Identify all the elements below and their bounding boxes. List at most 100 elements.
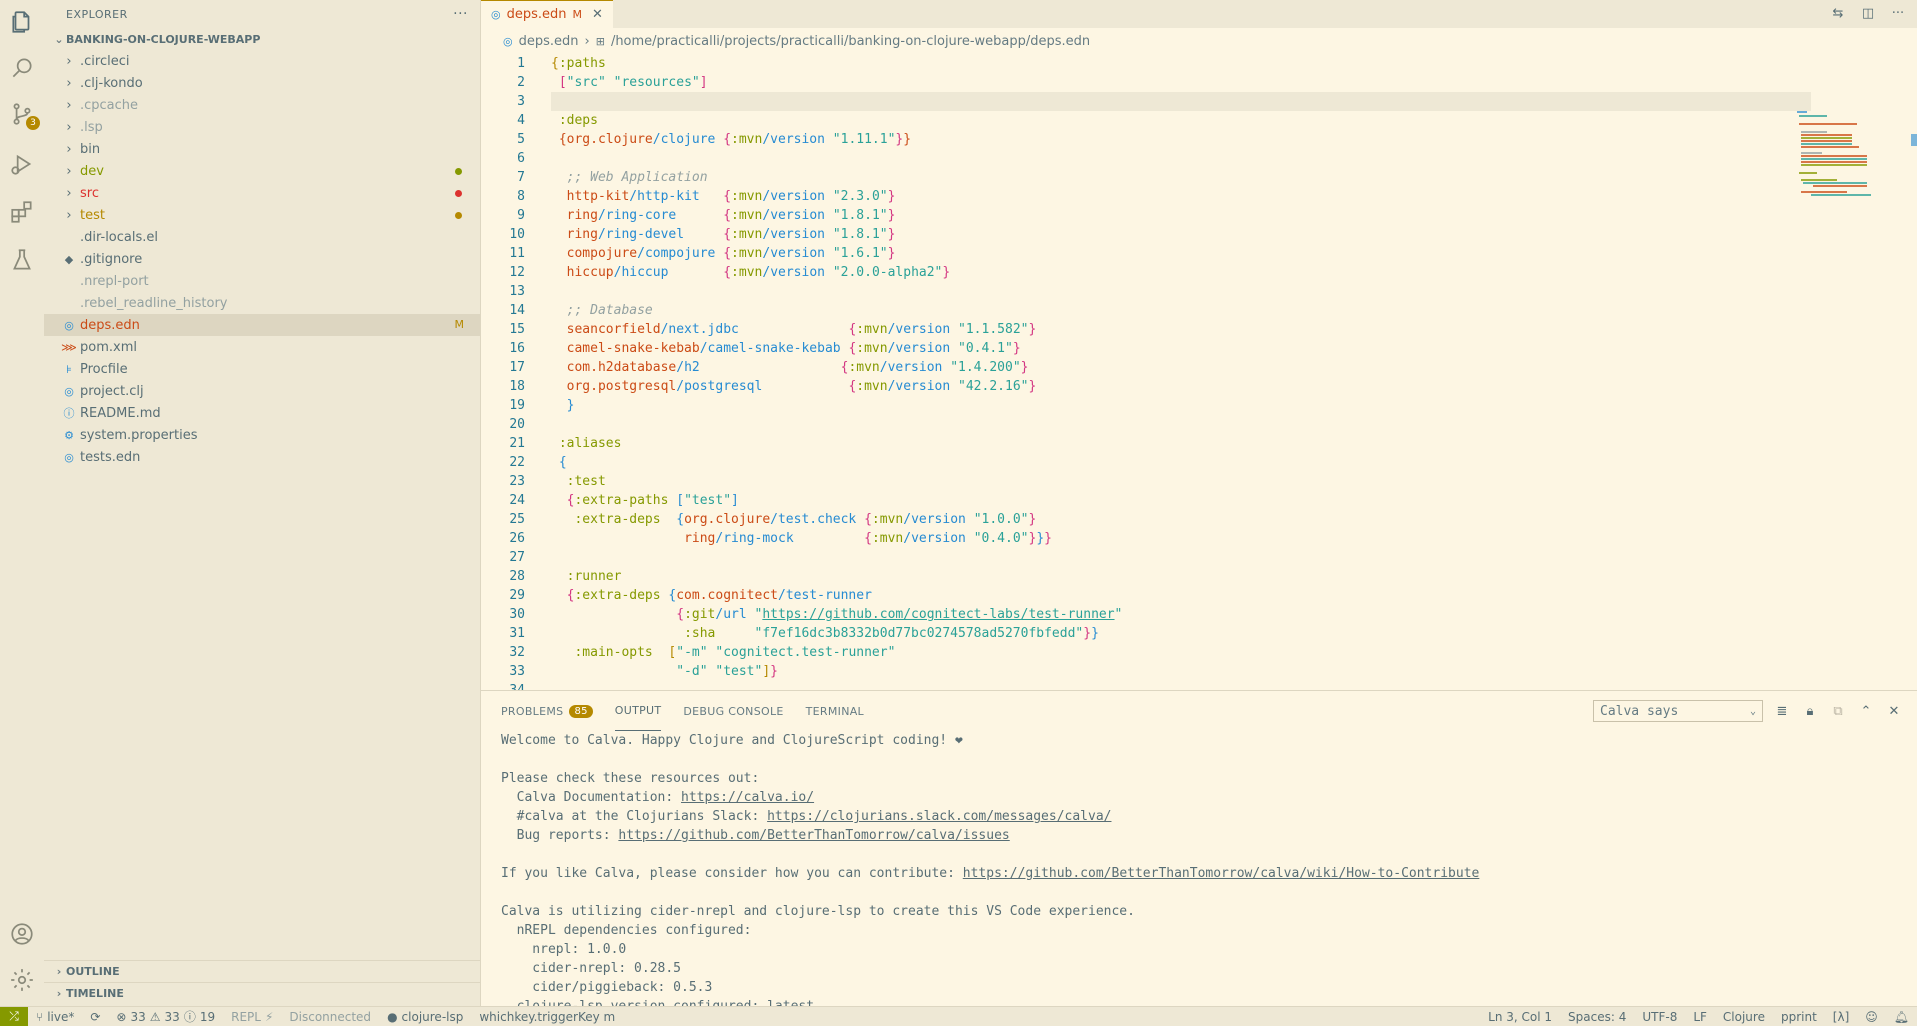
project-folder-header[interactable]: ⌄ BANKING-ON-CLOJURE-WEBAPP	[44, 28, 480, 50]
code-line: ring/ring-mock {:mvn/version "0.4.0"}}}	[684, 531, 1052, 546]
tree-file[interactable]: ◆ .gitignore	[44, 248, 480, 270]
tree-folder[interactable]: › .clj-kondo	[44, 72, 480, 94]
search-icon[interactable]	[8, 54, 36, 82]
lock-icon[interactable]: 🔒︎	[1801, 702, 1819, 720]
modified-badge: M	[454, 318, 465, 331]
tree-file[interactable]: ⋙ pom.xml	[44, 336, 480, 358]
code-content[interactable]: {:paths ["src" "resources"] :deps {org.c…	[551, 54, 1122, 690]
bug-reports-link[interactable]: https://github.com/BetterThanTomorrow/ca…	[618, 828, 1009, 843]
close-panel-icon[interactable]: ✕	[1885, 702, 1903, 720]
testing-icon[interactable]	[8, 246, 36, 274]
tab-terminal[interactable]: TERMINAL	[806, 691, 864, 731]
output-channel-select[interactable]: Calva says ⌄	[1593, 700, 1763, 722]
clojure-file-icon: ◎	[491, 8, 501, 21]
whichkey-status[interactable]: whichkey.triggerKey m	[471, 1010, 623, 1024]
explorer-title: EXPLORER	[66, 7, 128, 21]
chevron-right-icon: ›	[56, 965, 62, 978]
breadcrumb-path[interactable]: /home/practicalli/projects/practicalli/b…	[611, 34, 1090, 49]
tab-output-label: OUTPUT	[614, 704, 662, 717]
output-log[interactable]: Welcome to Calva. Happy Clojure and Cloj…	[481, 731, 1917, 1016]
tree-folder[interactable]: › .cpcache	[44, 94, 480, 116]
encoding[interactable]: UTF-8	[1634, 1010, 1685, 1024]
line-number: 4	[517, 113, 525, 128]
split-editor-icon[interactable]: ◫	[1859, 4, 1877, 22]
lambda-indicator[interactable]: [λ]	[1825, 1010, 1857, 1024]
tree-folder[interactable]: › dev	[44, 160, 480, 182]
tree-folder[interactable]: › .circleci	[44, 50, 480, 72]
outline-section[interactable]: › OUTLINE	[44, 960, 481, 982]
code-editor[interactable]: 1 2 3 4 5 6 7 8 9 10 11 12 13 14 15 16 17 18 19 20 21 22 23 24 2…	[481, 54, 1917, 690]
tree-file[interactable]: ◎ deps.edn M	[44, 314, 480, 336]
line-number: 14	[509, 303, 525, 318]
settings-gear-icon[interactable]	[8, 966, 36, 994]
tab-problems[interactable]: PROBLEMS 85	[501, 691, 593, 731]
tree-folder[interactable]: › .lsp	[44, 116, 480, 138]
code-line: {org.clojure/clojure {:mvn/version "1.11…	[558, 132, 912, 147]
tree-item-label: .rebel_readline_history	[80, 295, 228, 311]
code-line: {:extra-paths ["test"]	[566, 493, 739, 508]
remote-indicator-icon[interactable]: ⤮	[0, 1006, 28, 1026]
tab-output[interactable]: OUTPUT	[614, 691, 662, 731]
output-line: Welcome to Calva. Happy Clojure and Cloj…	[501, 733, 963, 748]
more-actions-icon[interactable]: ···	[1889, 4, 1907, 22]
output-line: Calva Documentation: https://calva.io/	[501, 790, 815, 805]
tree-file[interactable]: ⚙ system.properties	[44, 424, 480, 446]
run-debug-icon[interactable]	[8, 150, 36, 178]
tree-folder[interactable]: › src	[44, 182, 480, 204]
language-mode[interactable]: Clojure	[1715, 1010, 1773, 1024]
tree-file[interactable]: ⊧ Procfile	[44, 358, 480, 380]
connection-status[interactable]: Disconnected	[281, 1010, 379, 1024]
minimap[interactable]	[1797, 110, 1877, 200]
tree-file[interactable]: ◎ tests.edn	[44, 446, 480, 468]
explorer-icon[interactable]	[8, 8, 36, 36]
cursor-position[interactable]: Ln 3, Col 1	[1480, 1010, 1560, 1024]
explorer-sidebar: EXPLORER ··· ⌄ BANKING-ON-CLOJURE-WEBAPP…	[44, 0, 481, 1006]
editor-tabbar: ◎ deps.edn M ✕ ⇆ ◫ ···	[481, 0, 1917, 28]
tree-file[interactable]: ◎ project.clj	[44, 380, 480, 402]
lsp-status[interactable]: ● clojure-lsp	[379, 1010, 471, 1024]
problems-summary[interactable]: ⊗ 33 ⚠ 33 ⓘ 19	[108, 1008, 223, 1025]
chevron-down-icon: ⌄	[54, 32, 64, 46]
tree-file[interactable]: ⓘ README.md	[44, 402, 480, 424]
breadcrumb-file[interactable]: deps.edn	[519, 34, 579, 49]
tab-deps-edn[interactable]: ◎ deps.edn M ✕	[481, 0, 613, 28]
source-control-icon[interactable]: 3	[8, 100, 40, 130]
feedback-icon[interactable]: ☺	[1857, 1010, 1886, 1024]
tree-file[interactable]: .dir-locals.el	[44, 226, 480, 248]
line-number: 34	[481, 681, 525, 690]
end-of-line[interactable]: LF	[1685, 1010, 1715, 1024]
more-actions-icon[interactable]: ···	[453, 6, 468, 22]
open-changes-icon[interactable]: ⇆	[1829, 4, 1847, 22]
repl-status[interactable]: REPL ⚡︎	[223, 1010, 281, 1024]
tab-problems-label: PROBLEMS	[501, 704, 564, 718]
git-branch[interactable]: ⑂ live*	[28, 1010, 82, 1024]
indentation[interactable]: Spaces: 4	[1560, 1010, 1634, 1024]
tree-file[interactable]: .rebel_readline_history	[44, 292, 480, 314]
timeline-section[interactable]: › TIMELINE	[44, 982, 481, 1004]
maximize-panel-icon[interactable]: ⌃	[1857, 702, 1875, 720]
tab-debug-console[interactable]: DEBUG CONSOLE	[683, 691, 783, 731]
scrollbar-marker[interactable]	[1911, 134, 1917, 146]
extensions-icon[interactable]	[8, 198, 36, 226]
slack-link[interactable]: https://clojurians.slack.com/messages/ca…	[767, 809, 1111, 824]
tree-folder[interactable]: › bin	[44, 138, 480, 160]
problems-count-badge: 85	[569, 704, 593, 718]
clear-output-icon[interactable]: ≣	[1773, 702, 1791, 720]
chevron-right-icon: ›	[56, 987, 62, 1000]
open-in-editor-icon[interactable]: ⧉	[1829, 702, 1847, 720]
sync-icon[interactable]: ⟳	[82, 1010, 108, 1024]
account-icon[interactable]	[8, 920, 36, 948]
line-number: 17	[509, 360, 525, 375]
contribute-link[interactable]: https://github.com/BetterThanTomorrow/ca…	[963, 866, 1480, 881]
close-icon[interactable]: ✕	[592, 7, 603, 22]
tree-item-label: README.md	[80, 405, 161, 421]
notifications-bell-icon[interactable]: 🔔︎	[1886, 1010, 1917, 1024]
pprint-toggle[interactable]: pprint	[1773, 1010, 1825, 1024]
repl-label: REPL	[231, 1009, 261, 1024]
tree-file[interactable]: .nrepl-port	[44, 270, 480, 292]
code-line: "-d" "test"]}	[676, 664, 778, 679]
outline-label: OUTLINE	[66, 965, 120, 978]
calva-docs-link[interactable]: https://calva.io/	[681, 790, 814, 805]
line-number: 3	[517, 94, 525, 109]
tree-folder[interactable]: › test	[44, 204, 480, 226]
